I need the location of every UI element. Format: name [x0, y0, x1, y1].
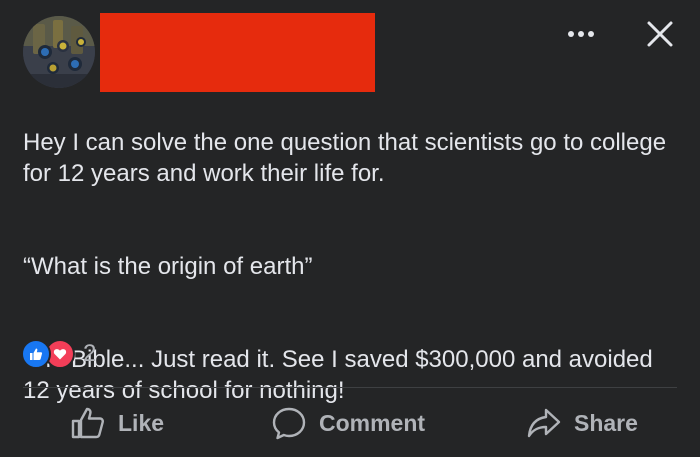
like-reaction-icon [21, 339, 51, 369]
redacted-author-name [100, 13, 375, 92]
comment-label: Comment [319, 409, 426, 436]
comment-button[interactable]: Comment [271, 404, 425, 442]
facebook-post: Hey I can solve the one question that sc… [0, 0, 700, 457]
share-arrow-icon [527, 408, 561, 438]
share-label: Share [574, 409, 638, 436]
post-paragraph-2: “What is the origin of earth” [23, 253, 313, 280]
close-icon[interactable] [644, 18, 676, 50]
post-body: Hey I can solve the one question that sc… [23, 96, 683, 437]
like-button[interactable]: Like [70, 404, 164, 442]
post-paragraph-1: Hey I can solve the one question that sc… [23, 129, 667, 187]
post-paragraph-3: The Bible... Just read it. See I saved $… [23, 346, 653, 404]
share-button[interactable]: Share [526, 404, 638, 442]
reaction-summary[interactable]: 2 [21, 339, 96, 369]
avatar[interactable] [23, 16, 95, 88]
thumbs-up-icon [71, 407, 104, 439]
more-horizontal-icon[interactable] [566, 24, 596, 44]
reaction-count: 2 [83, 340, 97, 367]
avatar-image [23, 16, 95, 88]
divider [23, 387, 677, 388]
comment-bubble-icon [272, 407, 306, 440]
like-label: Like [118, 409, 165, 436]
